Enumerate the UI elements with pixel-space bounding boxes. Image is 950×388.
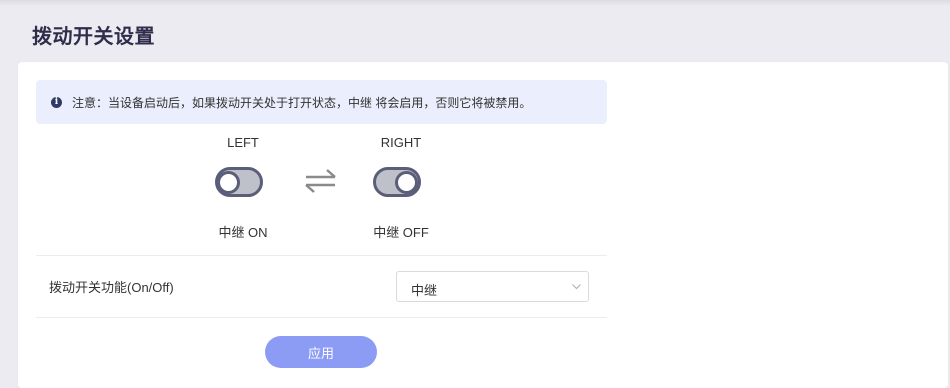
toggle-function-select[interactable]: 中继: [396, 271, 589, 302]
top-shade: [0, 0, 950, 6]
chevron-down-icon: [572, 284, 581, 290]
apply-button[interactable]: 应用: [265, 336, 377, 368]
toggle-function-label: 拨动开关功能(On/Off): [49, 280, 174, 295]
notice-banner: i 注意：当设备启动后，如果拨动开关处于打开状态，中继 将会启用，否则它将被禁用…: [36, 80, 607, 124]
switch-left-toggle-icon: [215, 167, 263, 197]
switch-left-illustration: LEFT 中继 ON: [193, 134, 293, 244]
divider: [36, 255, 607, 256]
divider: [36, 317, 607, 318]
switch-left-position-label: LEFT: [227, 135, 259, 150]
switch-right-state-label: 中继 OFF: [373, 225, 429, 240]
switch-right-illustration: RIGHT 中继 OFF: [351, 134, 451, 244]
swap-arrows-icon: [305, 169, 336, 193]
switch-right-position-label: RIGHT: [380, 135, 422, 150]
switch-right-toggle-icon: [373, 167, 421, 197]
info-icon: i: [51, 96, 62, 108]
switch-left-state-label: 中继 ON: [218, 225, 268, 240]
toggle-function-value: 中继: [411, 283, 438, 298]
page-title: 拨动开关设置: [32, 26, 155, 48]
notice-text: 注意：当设备启动后，如果拨动开关处于打开状态，中继 将会启用，否则它将被禁用。: [72, 95, 532, 110]
settings-card: i 注意：当设备启动后，如果拨动开关处于打开状态，中继 将会启用，否则它将被禁用…: [18, 62, 948, 388]
